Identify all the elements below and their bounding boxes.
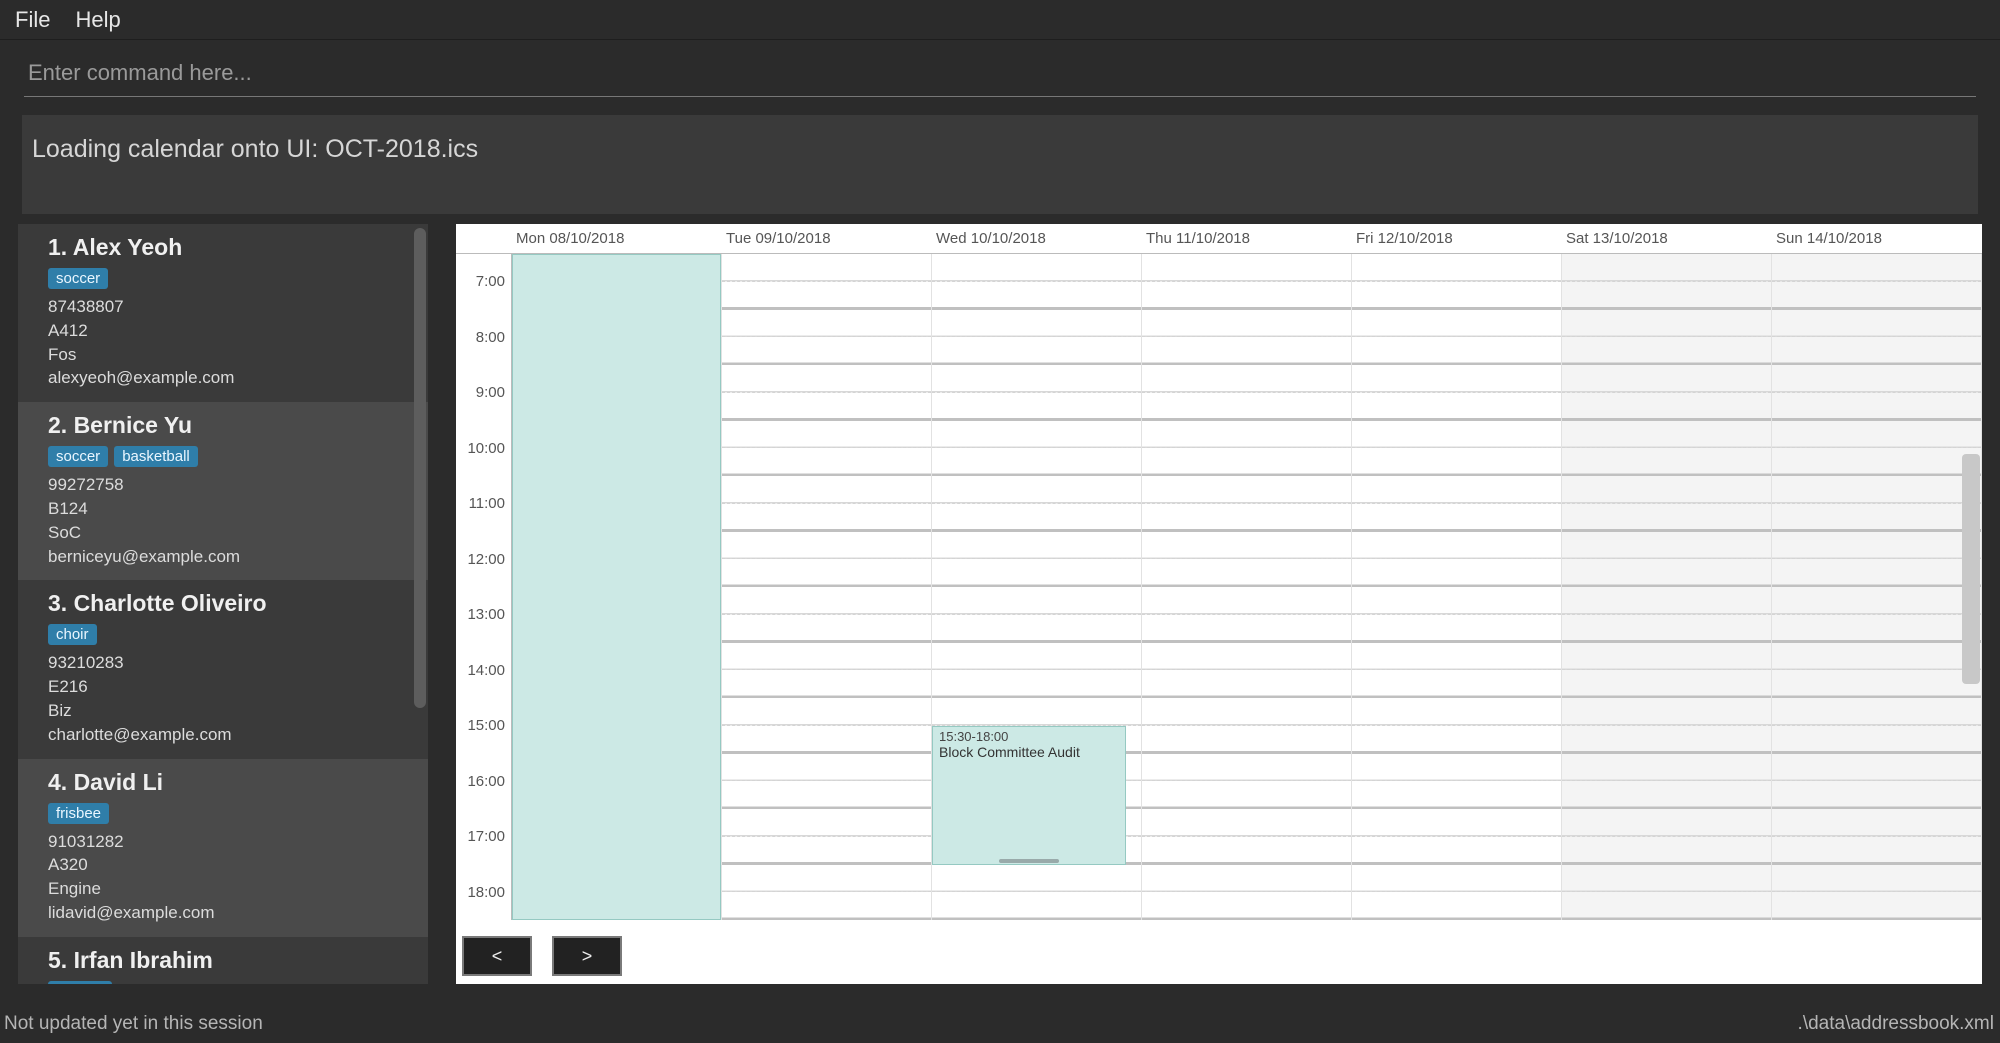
calendar-scrollbar[interactable] xyxy=(1962,454,1980,684)
day-header: Mon 08/10/2018 xyxy=(512,230,722,247)
time-label: 7:00 xyxy=(456,254,511,310)
time-label: 10:00 xyxy=(456,421,511,477)
contact-room: A412 xyxy=(48,319,410,343)
contact-name: 1. Alex Yeoh xyxy=(48,234,410,261)
contact-item[interactable]: 5. Irfan Ibrahimsoftball92492021 xyxy=(18,937,428,984)
contacts-panel: 1. Alex Yeoh soccer 87438807A412Fosalexyeo… xyxy=(18,224,428,984)
day-column[interactable] xyxy=(1562,254,1772,920)
contact-name: 2. Bernice Yu xyxy=(48,412,410,439)
contact-name: 5. Irfan Ibrahim xyxy=(48,947,410,974)
tag: frisbee xyxy=(48,803,109,824)
event-time: 15:30-18:00 xyxy=(939,729,1119,744)
contact-fac: Fos xyxy=(48,343,410,367)
menu-file[interactable]: File xyxy=(15,7,50,33)
contact-room: E216 xyxy=(48,675,410,699)
contact-email: berniceyu@example.com xyxy=(48,545,410,569)
status-panel: Loading calendar onto UI: OCT-2018.ics xyxy=(22,115,1978,214)
footer: Not updated yet in this session .\data\a… xyxy=(0,1005,2000,1043)
time-label: 8:00 xyxy=(456,310,511,366)
event-title: Block Committee Audit xyxy=(939,744,1119,760)
calendar-nav: < > xyxy=(462,936,622,976)
day-header: Tue 09/10/2018 xyxy=(722,230,932,247)
tag: soccer xyxy=(48,268,108,289)
day-header: Sat 13/10/2018 xyxy=(1562,230,1772,247)
command-input[interactable] xyxy=(24,50,1976,97)
contact-fac: Biz xyxy=(48,699,410,723)
contact-item[interactable]: 2. Bernice Yu soccer basketball 99272758B12… xyxy=(18,402,428,580)
contact-tags: choir xyxy=(48,623,410,645)
contact-email: charlotte@example.com xyxy=(48,723,410,747)
contact-phone: 93210283 xyxy=(48,651,410,675)
day-column[interactable] xyxy=(512,254,722,920)
next-week-button[interactable]: > xyxy=(552,936,622,976)
time-label: 11:00 xyxy=(456,476,511,532)
day-header: Fri 12/10/2018 xyxy=(1352,230,1562,247)
status-text: Loading calendar onto UI: OCT-2018.ics xyxy=(32,135,478,163)
tag: basketball xyxy=(114,446,198,467)
tag: soccer xyxy=(48,446,108,467)
calendar: Mon 08/10/2018Tue 09/10/2018Wed 10/10/20… xyxy=(456,224,1982,984)
footer-filepath: .\data\addressbook.xml xyxy=(1798,1013,1994,1035)
day-column[interactable] xyxy=(722,254,932,920)
footer-status: Not updated yet in this session xyxy=(4,1013,263,1035)
contact-item[interactable]: 1. Alex Yeoh soccer 87438807A412Fosalexyeo… xyxy=(18,224,428,402)
time-column: 7:008:009:0010:0011:0012:0013:0014:0015:… xyxy=(456,254,512,920)
contact-phone: 91031282 xyxy=(48,830,410,854)
day-column[interactable] xyxy=(1142,254,1352,920)
menu-help[interactable]: Help xyxy=(75,7,120,33)
time-label: 9:00 xyxy=(456,365,511,421)
contact-phone: 99272758 xyxy=(48,473,410,497)
day-header: Wed 10/10/2018 xyxy=(932,230,1142,247)
tag: choir xyxy=(48,624,97,645)
day-header: Sun 14/10/2018 xyxy=(1772,230,1982,247)
contact-fac: Engine xyxy=(48,877,410,901)
time-label: 16:00 xyxy=(456,754,511,810)
time-label: 15:00 xyxy=(456,698,511,754)
contact-name: 4. David Li xyxy=(48,769,410,796)
contact-item[interactable]: 3. Charlotte Oliveiro choir 93210283E216Bi… xyxy=(18,580,428,758)
contact-room: B124 xyxy=(48,497,410,521)
menubar: File Help xyxy=(0,0,2000,40)
command-row xyxy=(0,40,2000,97)
time-label: 13:00 xyxy=(456,587,511,643)
day-header: Thu 11/10/2018 xyxy=(1142,230,1352,247)
contact-email: lidavid@example.com xyxy=(48,901,410,925)
time-label: 18:00 xyxy=(456,865,511,921)
contact-email: alexyeoh@example.com xyxy=(48,366,410,390)
contact-tags: softball xyxy=(48,980,410,984)
allday-event[interactable] xyxy=(512,254,721,920)
day-column[interactable]: 15:30-18:00Block Committee Audit xyxy=(932,254,1142,920)
day-column[interactable] xyxy=(1352,254,1562,920)
contact-tags: soccer xyxy=(48,267,410,289)
time-label: 12:00 xyxy=(456,532,511,588)
day-column[interactable] xyxy=(1772,254,1982,920)
time-label: 17:00 xyxy=(456,809,511,865)
contact-phone: 87438807 xyxy=(48,295,410,319)
sidebar-scrollbar[interactable] xyxy=(414,228,426,708)
contact-fac: SoC xyxy=(48,521,410,545)
prev-week-button[interactable]: < xyxy=(462,936,532,976)
contact-item[interactable]: 4. David Li frisbee 91031282A320Enginelida… xyxy=(18,759,428,937)
contact-room: A320 xyxy=(48,853,410,877)
event-resize-handle[interactable] xyxy=(999,859,1059,863)
contact-name: 3. Charlotte Oliveiro xyxy=(48,590,410,617)
contact-tags: soccer basketball xyxy=(48,445,410,467)
tag: softball xyxy=(48,981,112,984)
time-label: 14:00 xyxy=(456,643,511,699)
calendar-event[interactable]: 15:30-18:00Block Committee Audit xyxy=(932,726,1126,865)
contact-tags: frisbee xyxy=(48,802,410,824)
